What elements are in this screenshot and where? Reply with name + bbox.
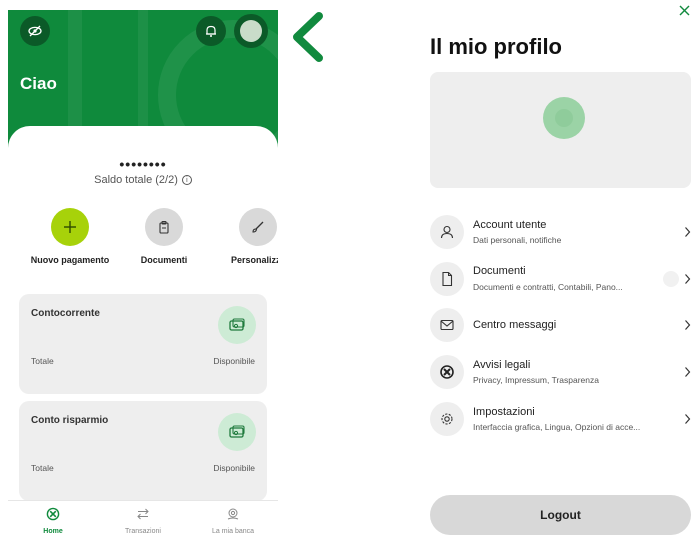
- balance-label: Saldo totale (2/2): [94, 174, 178, 186]
- menu-item-title: Documenti: [473, 265, 526, 277]
- menu-item-subtitle: Interfaccia grafica, Lingua, Opzioni di …: [473, 422, 641, 432]
- personalize-action[interactable]: Personalizz: [213, 208, 278, 265]
- account-title: Conto risparmio: [31, 415, 109, 426]
- account-card-savings[interactable]: Conto risparmio Totale Disponibile: [19, 401, 267, 501]
- profile-screen: Il mio profilo Account utente Dati perso…: [420, 0, 691, 547]
- tab-my-bank[interactable]: La mia banca: [188, 507, 278, 535]
- chevron-right-icon: [685, 414, 691, 424]
- legal-icon: [430, 355, 464, 389]
- indicator-dot: [663, 271, 679, 287]
- action-label: Personalizz: [231, 255, 278, 265]
- menu-item-legal[interactable]: Avvisi legali Privacy, Impressum, Traspa…: [430, 352, 691, 392]
- menu-item-title: Centro messaggi: [473, 319, 557, 331]
- total-label: Totale: [31, 463, 54, 473]
- profile-avatar-button[interactable]: [234, 14, 268, 48]
- account-card-checking[interactable]: Contocorrente Totale Disponibile: [19, 294, 267, 394]
- balance-label-row: Saldo totale (2/2) i: [8, 174, 278, 186]
- available-label: Disponibile: [213, 356, 255, 366]
- transfer-arrows-icon: [137, 508, 149, 520]
- menu-item-title: Avvisi legali: [473, 359, 531, 371]
- menu-item-messages[interactable]: Centro messaggi: [430, 305, 691, 345]
- tab-label: La mia banca: [211, 528, 255, 535]
- menu-item-subtitle: Dati personali, notifiche: [473, 235, 562, 245]
- avatar: [240, 20, 262, 42]
- eye-off-icon: [28, 25, 42, 37]
- balance-masked: ••••••••: [119, 156, 167, 172]
- info-icon[interactable]: i: [181, 175, 192, 185]
- chevron-right-icon: [685, 367, 691, 377]
- user-icon: [430, 215, 464, 249]
- documents-action[interactable]: Documenti: [119, 208, 209, 265]
- home-icon: [46, 507, 60, 521]
- logout-button[interactable]: Logout: [430, 495, 691, 535]
- back-chevron-icon[interactable]: [287, 10, 327, 64]
- total-label: Totale: [31, 356, 54, 366]
- available-label: Disponibile: [213, 463, 255, 473]
- tab-label: Transazioni: [125, 528, 161, 535]
- action-label: Documenti: [140, 255, 188, 265]
- bottom-tab-bar: Home Transazioni La mia banca: [8, 500, 278, 547]
- menu-item-account[interactable]: Account utente Dati personali, notifiche: [430, 212, 691, 252]
- notifications-button[interactable]: [196, 16, 226, 46]
- menu-item-subtitle: Privacy, Impressum, Trasparenza: [473, 375, 599, 385]
- menu-item-title: Account utente: [473, 219, 547, 231]
- wallet-icon: [218, 413, 256, 451]
- page-title: Il mio profilo: [430, 34, 562, 59]
- envelope-icon: [430, 308, 464, 342]
- chevron-right-icon: [685, 274, 691, 284]
- home-sheet: •••••••• Saldo totale (2/2) i Nuovo paga…: [8, 126, 278, 516]
- profile-header-card: [430, 72, 691, 188]
- chevron-right-icon: [685, 320, 691, 330]
- tab-transactions[interactable]: Transazioni: [98, 507, 188, 535]
- plus-icon: [64, 221, 76, 233]
- new-payment-action[interactable]: Nuovo pagamento: [25, 208, 115, 265]
- menu-item-settings[interactable]: Impostazioni Interfaccia grafica, Lingua…: [430, 399, 691, 439]
- tab-home[interactable]: Home: [8, 507, 98, 535]
- document-icon: [430, 262, 464, 296]
- bell-icon: [206, 25, 216, 37]
- bank-location-icon: [227, 508, 239, 520]
- brush-icon: [252, 221, 264, 233]
- gear-icon: [430, 402, 464, 436]
- menu-item-title: Impostazioni: [473, 406, 535, 418]
- wallet-icon: [218, 306, 256, 344]
- tab-label: Home: [43, 528, 63, 535]
- home-screen: Ciao •••••••• Saldo totale (2/2) i Nuovo…: [8, 10, 278, 547]
- avatar[interactable]: [543, 97, 585, 139]
- chevron-right-icon: [685, 227, 691, 237]
- menu-item-subtitle: Documenti e contratti, Contabili, Pano..…: [473, 282, 623, 292]
- hide-balance-button[interactable]: [20, 16, 50, 46]
- close-icon[interactable]: [678, 4, 691, 17]
- clipboard-icon: [159, 220, 169, 234]
- action-label: Nuovo pagamento: [30, 255, 110, 265]
- greeting: Ciao: [20, 74, 57, 93]
- account-title: Contocorrente: [31, 308, 100, 319]
- menu-item-documents[interactable]: Documenti Documenti e contratti, Contabi…: [430, 259, 691, 299]
